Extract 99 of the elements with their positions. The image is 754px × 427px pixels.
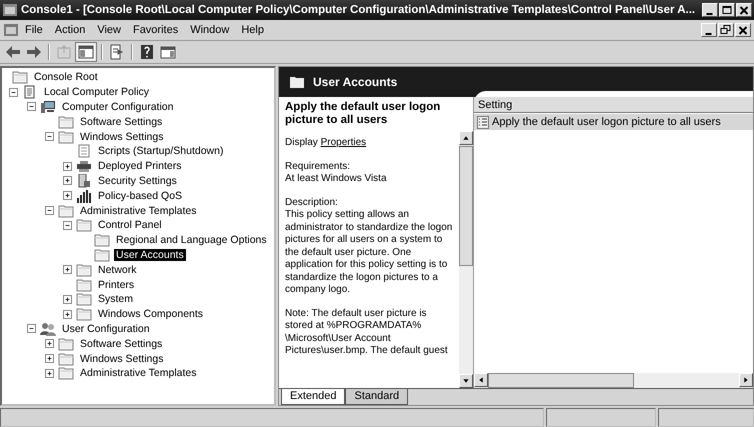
- back-arrow-icon[interactable]: [4, 44, 22, 60]
- collapse-icon[interactable]: [44, 132, 54, 142]
- printer-icon: [76, 159, 92, 174]
- folder-icon: [94, 248, 110, 262]
- menu-item[interactable]: View: [91, 22, 127, 38]
- menu-item[interactable]: Action: [48, 22, 92, 38]
- tree-item[interactable]: Policy-based QoS: [96, 190, 184, 202]
- tree-item[interactable]: Regional and Language Options: [114, 234, 269, 246]
- scroll-left-icon[interactable]: [474, 373, 488, 387]
- minimize-icon[interactable]: [702, 3, 718, 17]
- folder-icon: [289, 75, 305, 89]
- users-icon: [40, 322, 56, 336]
- bar-chart-icon: [76, 188, 92, 203]
- view-tab[interactable]: Extended: [281, 389, 346, 405]
- collapse-icon[interactable]: [26, 102, 36, 112]
- expand-icon[interactable]: [62, 176, 72, 186]
- tree-pane-icon[interactable]: [76, 43, 96, 61]
- script-icon: [76, 144, 92, 158]
- list-row[interactable]: Apply the default user logon picture to all users: [474, 114, 753, 130]
- close-icon[interactable]: [735, 23, 751, 37]
- tree-item[interactable]: Security Settings: [96, 174, 179, 187]
- folder-icon: [58, 336, 74, 351]
- scroll-up-icon[interactable]: [459, 131, 473, 145]
- tree-item[interactable]: Windows Settings: [78, 352, 166, 365]
- setting-icon: [477, 116, 489, 128]
- folder-icon: [76, 307, 92, 322]
- vertical-scrollbar[interactable]: [459, 131, 473, 388]
- minimize-icon[interactable]: [701, 23, 717, 37]
- tree-item[interactable]: Local Computer Policy: [42, 86, 152, 98]
- description-label: Description:: [285, 196, 338, 208]
- tree-item[interactable]: Software Settings: [78, 116, 164, 128]
- folder-icon: [76, 278, 92, 292]
- expand-icon[interactable]: [62, 162, 72, 171]
- scroll-down-icon[interactable]: [459, 374, 473, 388]
- folder-icon: [94, 233, 110, 248]
- help-icon[interactable]: [138, 44, 156, 60]
- note-text: Note: The default user picture is stored at %PROGRAMDATA% \Microsoft\User Account Pictures\user.bmp. The default guest: [285, 308, 449, 358]
- folder-icon: [76, 262, 92, 277]
- tree-item[interactable]: User Configuration: [60, 322, 152, 335]
- action-pane-icon[interactable]: [159, 44, 177, 60]
- tree-item[interactable]: Windows Components: [96, 308, 206, 320]
- tree-item[interactable]: Computer Configuration: [60, 100, 176, 113]
- menu-item[interactable]: Window: [184, 22, 236, 38]
- horizontal-scrollbar[interactable]: [474, 373, 753, 388]
- collapse-icon[interactable]: [62, 220, 72, 230]
- tree-item[interactable]: System: [96, 293, 136, 306]
- folder-icon: [58, 352, 74, 366]
- view-tab[interactable]: Standard: [345, 389, 408, 405]
- menu-item[interactable]: Favorites: [126, 22, 184, 38]
- folder-icon: [12, 70, 28, 84]
- folder-icon: [58, 366, 74, 380]
- forward-arrow-icon[interactable]: [25, 44, 43, 60]
- scroll-right-icon[interactable]: [739, 373, 753, 387]
- close-icon[interactable]: [736, 3, 752, 17]
- tree-item[interactable]: Scripts (Startup/Shutdown): [96, 145, 226, 158]
- expand-icon[interactable]: [44, 368, 54, 378]
- console-icon: [3, 23, 19, 37]
- properties-link[interactable]: Properties: [320, 137, 366, 148]
- tree-item[interactable]: Network: [96, 264, 139, 276]
- column-header[interactable]: Setting: [474, 97, 753, 113]
- policy-title: Apply the default user logon picture to all users: [285, 101, 442, 126]
- tree-item[interactable]: Printers: [96, 278, 136, 291]
- tree-item[interactable]: Administrative Templates: [78, 204, 199, 217]
- folder-icon: [58, 204, 74, 218]
- folder-icon: [76, 292, 92, 306]
- menu-item[interactable]: File: [19, 22, 49, 38]
- collapse-icon[interactable]: [8, 88, 18, 97]
- tree-item[interactable]: Windows Settings: [78, 130, 166, 143]
- collapse-icon[interactable]: [26, 324, 36, 334]
- tree-item[interactable]: Deployed Printers: [96, 160, 184, 172]
- scroll-thumb[interactable]: [459, 146, 473, 266]
- requirements-text: At least Windows Vista: [285, 173, 387, 184]
- expand-icon[interactable]: [62, 265, 72, 274]
- requirements-label: Requirements:: [285, 160, 350, 172]
- scroll-thumb[interactable]: [488, 373, 634, 388]
- restore-icon[interactable]: [718, 23, 734, 37]
- expand-icon[interactable]: [44, 339, 54, 348]
- tree-item[interactable]: Console Root: [32, 71, 100, 84]
- folder-icon: [58, 114, 74, 129]
- window-title: Console1 - [Console Root\Local Computer Policy\Computer Configuration\Administrative Templates\Control Panel\User A...: [21, 4, 696, 16]
- tree-item[interactable]: User Accounts: [114, 248, 186, 261]
- menu-item[interactable]: Help: [235, 22, 270, 38]
- tree-item[interactable]: Software Settings: [78, 338, 164, 350]
- expand-icon[interactable]: [62, 191, 72, 200]
- tree-item[interactable]: Administrative Templates: [78, 367, 199, 380]
- expand-icon[interactable]: [62, 310, 72, 319]
- folder-icon: [76, 218, 92, 232]
- server-icon: [76, 174, 92, 188]
- tree-item[interactable]: Control Panel: [96, 219, 164, 232]
- display-label: Display: [285, 137, 318, 148]
- collapse-icon[interactable]: [44, 206, 54, 216]
- maximize-icon[interactable]: [719, 3, 735, 17]
- description-text: This policy setting allows an administrator to standardize the logon pictures for all users on a system to the default user picture. One application for this policy setting is to standardize the logon pictures to a company logo.: [285, 209, 452, 295]
- pane-title: User Accounts: [313, 75, 398, 89]
- expand-icon[interactable]: [62, 294, 72, 304]
- expand-icon[interactable]: [44, 354, 54, 364]
- computer-icon: [40, 100, 56, 114]
- folder-icon: [58, 130, 74, 144]
- app-icon: [2, 3, 18, 17]
